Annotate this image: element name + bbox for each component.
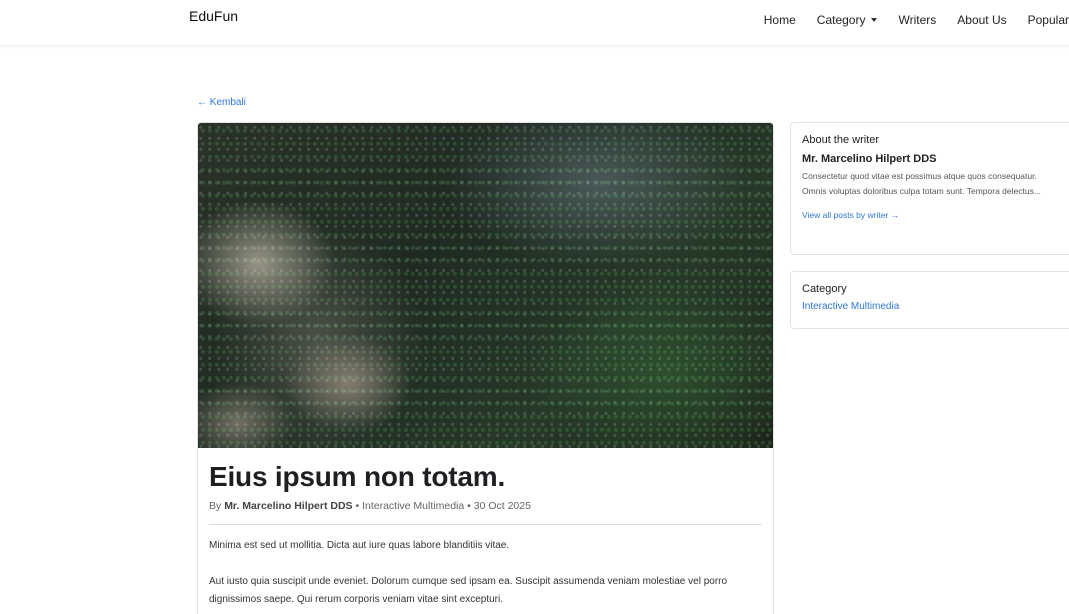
article-card: Eius ipsum non totam. By Mr. Marcelino H… (197, 122, 774, 614)
brand-logo[interactable]: EduFun (189, 8, 238, 24)
nav-about-us[interactable]: About Us (957, 13, 1006, 27)
nav-writers-label: Writers (898, 13, 937, 27)
article-hero-image (198, 123, 773, 448)
category-card: Category Interactive Multimedia (790, 271, 1069, 329)
article-paragraph: Aut iusto quia suscipit unde eveniet. Do… (209, 576, 728, 605)
nav-home-label: Home (763, 13, 796, 27)
writer-bio: Consectetur quod vitae est possimus atqu… (802, 171, 1041, 196)
category-heading: Category (802, 283, 847, 295)
meta-by-prefix: By (209, 500, 222, 512)
article-meta: By Mr. Marcelino Hilpert DDS • Interacti… (209, 500, 762, 525)
article-title: Eius ipsum non totam. (209, 461, 506, 492)
nav-home[interactable]: Home (764, 13, 796, 27)
nav-writers[interactable]: Writers (898, 13, 936, 27)
nav-about-us-label: About Us (957, 13, 1007, 27)
category-link[interactable]: Interactive Multimedia (802, 301, 1068, 312)
nav-category-label: Category (816, 13, 866, 27)
meta-separator: • (355, 500, 360, 512)
back-link[interactable]: ← Kembali (197, 97, 246, 108)
caret-down-icon (871, 18, 878, 22)
nav-popular-label: Popular (1027, 13, 1069, 27)
meta-separator: • (467, 500, 471, 512)
meta-author: Mr. Marcelino Hilpert DDS (224, 500, 353, 512)
article-paragraph: Minima est sed ut mollitia. Dicta aut iu… (209, 540, 510, 551)
about-writer-card: About the writer Mr. Marcelino Hilpert D… (790, 122, 1069, 255)
writer-name: Mr. Marcelino Hilpert DDS (802, 153, 937, 165)
about-writer-heading: About the writer (802, 134, 880, 146)
hero-texture (198, 123, 773, 448)
meta-date: 30 Oct 2025 (473, 500, 531, 512)
nav-links: Home Category Writers About Us Popular (764, 13, 1069, 27)
navbar: EduFun Home Category Writers About Us Po… (0, 0, 1069, 45)
meta-category: Interactive Multimedia (362, 500, 465, 512)
article-body: Eius ipsum non totam. By Mr. Marcelino H… (198, 448, 773, 609)
nav-category-dropdown[interactable]: Category (817, 13, 878, 27)
nav-popular[interactable]: Popular (1028, 13, 1069, 27)
view-all-posts-link[interactable]: View all posts by writer → (802, 210, 1068, 220)
